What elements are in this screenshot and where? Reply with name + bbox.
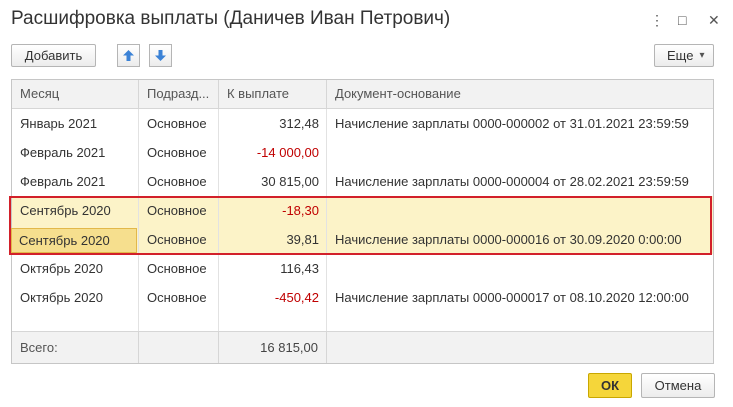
cancel-button[interactable]: Отмена — [641, 373, 715, 398]
column-header-month[interactable]: Месяц — [12, 80, 139, 108]
cell-department: Основное — [147, 261, 207, 276]
more-button-label: Еще — [667, 48, 694, 63]
close-icon[interactable]: ✕ — [708, 12, 720, 28]
table-row[interactable]: Октябрь 2020 Основное 116,43 — [12, 254, 713, 283]
column-header-department[interactable]: Подразд... — [139, 80, 219, 108]
cell-department: Основное — [147, 174, 207, 189]
chevron-down-icon: ▾ — [699, 50, 705, 61]
table-header: Месяц Подразд... К выплате Документ-осно… — [12, 80, 713, 109]
table-row[interactable]: Февраль 2021 Основное 30 815,00 Начислен… — [12, 167, 713, 196]
footer-empty-cell — [139, 332, 219, 363]
cell-amount: -14 000,00 — [256, 145, 319, 160]
cell-month: Январь 2021 — [20, 116, 98, 131]
cell-month: Февраль 2021 — [20, 174, 106, 189]
footer-total-value: 16 815,00 — [219, 332, 327, 363]
column-header-document[interactable]: Документ-основание — [327, 80, 713, 108]
table-footer: Всего: 16 815,00 — [12, 331, 713, 363]
cell-department: Основное — [147, 145, 207, 160]
table-row[interactable]: Октябрь 2020 Основное -450,42 Начисление… — [12, 283, 713, 312]
cell-amount: -450,42 — [274, 290, 319, 305]
cell-document: Начисление зарплаты 0000-000002 от 31.01… — [335, 116, 689, 131]
more-menu-icon[interactable]: ⋮ — [650, 12, 664, 28]
cell-department: Основное — [147, 116, 207, 131]
arrow-down-icon — [155, 50, 166, 61]
table-row[interactable]: Январь 2021 Основное 312,48 Начисление з… — [12, 109, 713, 138]
highlight-frame — [9, 196, 712, 255]
ok-button[interactable]: ОК — [588, 373, 632, 398]
cell-amount: 30 815,00 — [261, 174, 319, 189]
move-up-button[interactable] — [117, 44, 140, 67]
add-button[interactable]: Добавить — [11, 44, 96, 67]
cell-month: Февраль 2021 — [20, 145, 106, 160]
cell-document: Начисление зарплаты 0000-000004 от 28.02… — [335, 174, 689, 189]
cell-month: Октябрь 2020 — [20, 290, 103, 305]
cell-department: Основное — [147, 290, 207, 305]
table-row[interactable]: Февраль 2021 Основное -14 000,00 — [12, 138, 713, 167]
move-down-button[interactable] — [149, 44, 172, 67]
maximize-icon[interactable]: □ — [678, 12, 686, 28]
cell-month: Октябрь 2020 — [20, 261, 103, 276]
cell-document: Начисление зарплаты 0000-000017 от 08.10… — [335, 290, 689, 305]
cell-document — [327, 138, 713, 167]
cell-amount: 116,43 — [280, 261, 319, 276]
cell-document — [327, 254, 713, 283]
cell-amount: 312,48 — [279, 116, 319, 131]
window-title: Расшифровка выплаты (Даничев Иван Петров… — [11, 8, 451, 29]
footer-empty-cell — [327, 332, 713, 363]
arrow-up-icon — [123, 50, 134, 61]
more-button[interactable]: Еще ▾ — [654, 44, 714, 67]
footer-total-label: Всего: — [12, 332, 139, 363]
column-header-amount[interactable]: К выплате — [219, 80, 327, 108]
